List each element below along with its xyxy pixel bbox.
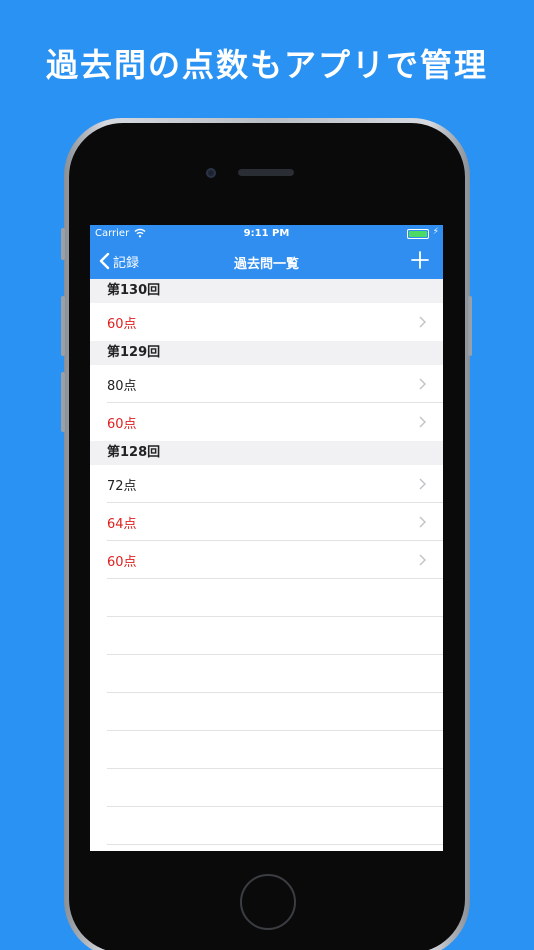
chevron-right-icon [419, 316, 426, 328]
home-button[interactable] [240, 874, 296, 930]
empty-row [90, 693, 443, 731]
navigation-bar: 記録 過去問一覧 [90, 243, 443, 279]
score-label: 60点 [107, 554, 137, 570]
empty-row [90, 617, 443, 655]
section-header-129: 第129回 [90, 341, 443, 365]
volume-down-button [61, 372, 65, 432]
chevron-right-icon [419, 554, 426, 566]
exam-list: 第130回 60点 第129回 80点 60点 第128回 72点 64点 60… [90, 279, 443, 845]
empty-row [90, 731, 443, 769]
status-time: 9:11 PM [243, 228, 290, 239]
empty-row [90, 807, 443, 845]
score-label: 60点 [107, 416, 137, 432]
page-title: 過去問一覧 [233, 257, 299, 272]
mute-switch [61, 228, 65, 260]
app-screen: Carrier 9:11 PM ⚡ 記録 過去問一覧 第130回 60点 第12… [90, 225, 443, 851]
status-bar: Carrier 9:11 PM ⚡ [90, 225, 443, 243]
list-item[interactable]: 60点 [90, 403, 443, 441]
section-header-130: 第130回 [90, 279, 443, 303]
volume-up-button [61, 296, 65, 356]
section-header-128: 第128回 [90, 441, 443, 465]
chevron-right-icon [419, 416, 426, 428]
add-icon[interactable] [411, 251, 429, 269]
score-label: 64点 [107, 516, 137, 532]
score-label: 72点 [107, 478, 137, 494]
battery-icon [407, 229, 429, 239]
empty-row [90, 655, 443, 693]
camera-icon [206, 168, 216, 178]
list-item[interactable]: 60点 [90, 541, 443, 579]
chevron-right-icon [419, 378, 426, 390]
charging-icon: ⚡ [432, 227, 439, 237]
speaker-grille [238, 169, 294, 176]
empty-row [90, 579, 443, 617]
list-item[interactable]: 72点 [90, 465, 443, 503]
chevron-right-icon [419, 516, 426, 528]
chevron-right-icon [419, 478, 426, 490]
headline: 過去問の点数もアプリで管理 [45, 46, 488, 84]
empty-row [90, 769, 443, 807]
list-item[interactable]: 80点 [90, 365, 443, 403]
power-button [468, 296, 472, 356]
list-item[interactable]: 60点 [90, 303, 443, 341]
list-item[interactable]: 64点 [90, 503, 443, 541]
score-label: 60点 [107, 316, 137, 332]
score-label: 80点 [107, 378, 137, 394]
